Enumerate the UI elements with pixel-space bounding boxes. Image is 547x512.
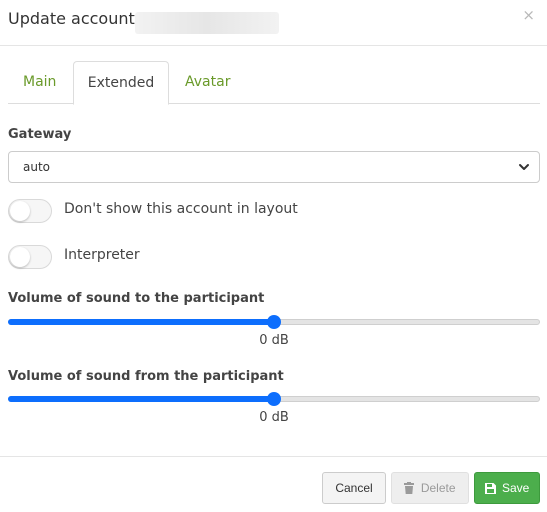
toggle-knob xyxy=(10,201,30,221)
delete-button[interactable]: Delete xyxy=(391,472,469,504)
dialog-footer: Cancel Delete Save xyxy=(0,456,547,512)
floppy-disk-icon xyxy=(484,483,496,494)
interpreter-row: Interpreter xyxy=(8,245,208,269)
volume-from-slider[interactable] xyxy=(8,392,540,406)
chevron-down-icon xyxy=(519,164,529,170)
slider-thumb[interactable] xyxy=(267,315,281,329)
gateway-select-value: auto xyxy=(23,160,51,174)
gateway-select[interactable]: auto xyxy=(8,151,540,183)
tab-main[interactable]: Main xyxy=(23,61,56,104)
slider-fill xyxy=(8,396,274,402)
slider-thumb[interactable] xyxy=(267,392,281,406)
dialog-header: Update account × xyxy=(0,0,547,46)
tab-avatar[interactable]: Avatar xyxy=(185,61,230,104)
gateway-label: Gateway xyxy=(8,127,72,142)
volume-from-value: 0 dB xyxy=(259,410,289,425)
tab-bar: Main Extended Avatar xyxy=(8,61,540,105)
close-icon[interactable]: × xyxy=(522,8,535,23)
save-button[interactable]: Save xyxy=(474,472,540,504)
volume-to-value: 0 dB xyxy=(259,333,289,348)
interpreter-label: Interpreter xyxy=(64,247,140,263)
volume-from-label: Volume of sound from the participant xyxy=(8,369,284,384)
hide-in-layout-label: Don't show this account in layout xyxy=(64,201,298,217)
tab-extended[interactable]: Extended xyxy=(73,61,169,105)
redacted-account-name xyxy=(135,12,279,34)
dialog-title: Update account xyxy=(8,9,135,28)
update-account-dialog: Update account × Main Extended Avatar Ga… xyxy=(0,0,547,512)
save-button-label: Save xyxy=(501,481,530,495)
toggle-knob xyxy=(10,247,30,267)
trash-icon xyxy=(404,482,415,494)
cancel-button-label: Cancel xyxy=(335,481,373,495)
cancel-button[interactable]: Cancel xyxy=(322,472,386,504)
interpreter-toggle[interactable] xyxy=(8,245,52,269)
hide-in-layout-toggle[interactable] xyxy=(8,199,52,223)
volume-to-label: Volume of sound to the participant xyxy=(8,291,265,306)
volume-to-slider[interactable] xyxy=(8,315,540,329)
slider-fill xyxy=(8,319,274,325)
hide-in-layout-row: Don't show this account in layout xyxy=(8,199,308,223)
delete-button-label: Delete xyxy=(420,481,456,495)
